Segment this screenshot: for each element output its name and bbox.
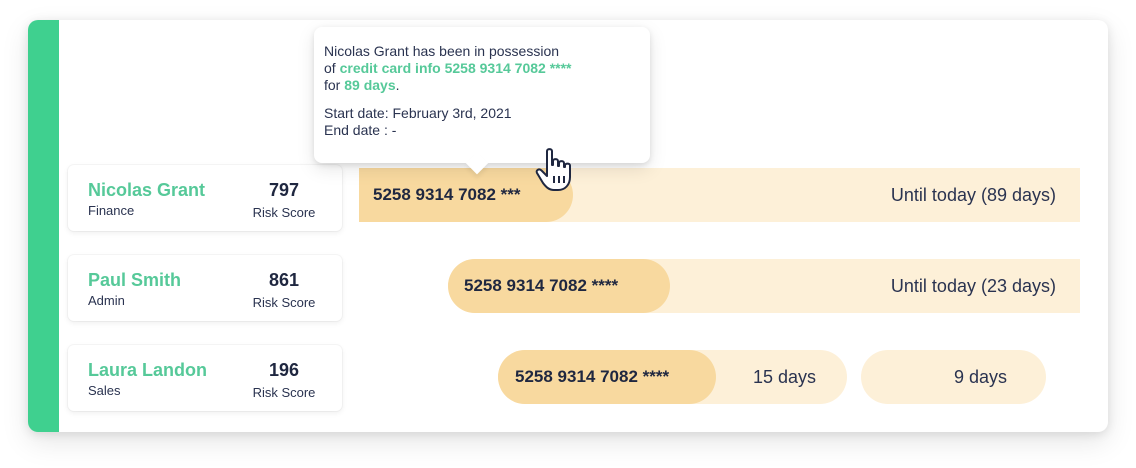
risk-score-value: 861 — [268, 270, 300, 290]
person-department: Sales — [88, 383, 121, 398]
tooltip-line3: for 89 days. — [324, 77, 642, 94]
tooltip-start-date: Start date: February 3rd, 2021 — [324, 105, 512, 121]
person-card-laura-landon[interactable]: Laura Landon Sales 196 Risk Score — [68, 345, 342, 411]
risk-score-value: 797 — [268, 180, 300, 200]
duration-label: 9 days — [954, 367, 1008, 387]
person-department: Admin — [88, 293, 125, 308]
duration-label: Until today (89 days) — [890, 185, 1056, 205]
risk-score-label: Risk Score — [252, 205, 316, 220]
timeline-track-paul-smith[interactable]: 5258 9314 7082 **** Until today (23 days… — [448, 259, 1080, 313]
person-name: Nicolas Grant — [88, 180, 206, 200]
accent-bar — [28, 20, 59, 432]
tooltip-of-prefix: of — [324, 60, 340, 76]
risk-score-label: Risk Score — [252, 295, 316, 310]
possession-tooltip: Nicolas Grant has been in possession of … — [314, 27, 650, 175]
tooltip-line1: Nicolas Grant has been in possession — [324, 43, 560, 59]
tooltip-for-prefix: for — [324, 77, 345, 93]
duration-label: Until today (23 days) — [890, 276, 1056, 296]
tooltip-days: 89 days — [344, 77, 396, 93]
duration-label: 15 days — [753, 367, 817, 387]
tooltip-period: . — [395, 77, 400, 93]
person-name: Laura Landon — [88, 360, 208, 380]
timeline-track-nicolas-grant[interactable]: 5258 9314 7082 *** Until today (89 days) — [359, 168, 1080, 222]
credential-pill[interactable]: 5258 9314 7082 **** — [498, 350, 716, 404]
timeline-track-laura-landon-second[interactable]: 9 days — [861, 350, 1046, 404]
tooltip-body: Nicolas Grant has been in possession of … — [324, 43, 642, 139]
tooltip-line2: of credit card info 5258 9314 7082 **** — [324, 60, 642, 77]
risk-score-label: Risk Score — [252, 385, 316, 400]
hand-pointer-icon — [535, 148, 571, 191]
possession-timeline-card: Nicolas Grant Finance 797 Risk Score Pau… — [28, 20, 1108, 432]
credential-pill[interactable]: 5258 9314 7082 **** — [448, 259, 670, 313]
person-card-paul-smith[interactable]: Paul Smith Admin 861 Risk Score — [68, 255, 342, 321]
tooltip-end-date: End date : - — [324, 122, 397, 138]
timeline-track-laura-landon[interactable]: 5258 9314 7082 **** 15 days — [498, 350, 847, 404]
tooltip-credential: credit card info 5258 9314 7082 **** — [339, 60, 572, 76]
person-card-nicolas-grant[interactable]: Nicolas Grant Finance 797 Risk Score — [68, 165, 342, 231]
risk-score-value: 196 — [268, 360, 300, 380]
person-department: Finance — [88, 203, 135, 218]
person-name: Paul Smith — [88, 270, 182, 290]
